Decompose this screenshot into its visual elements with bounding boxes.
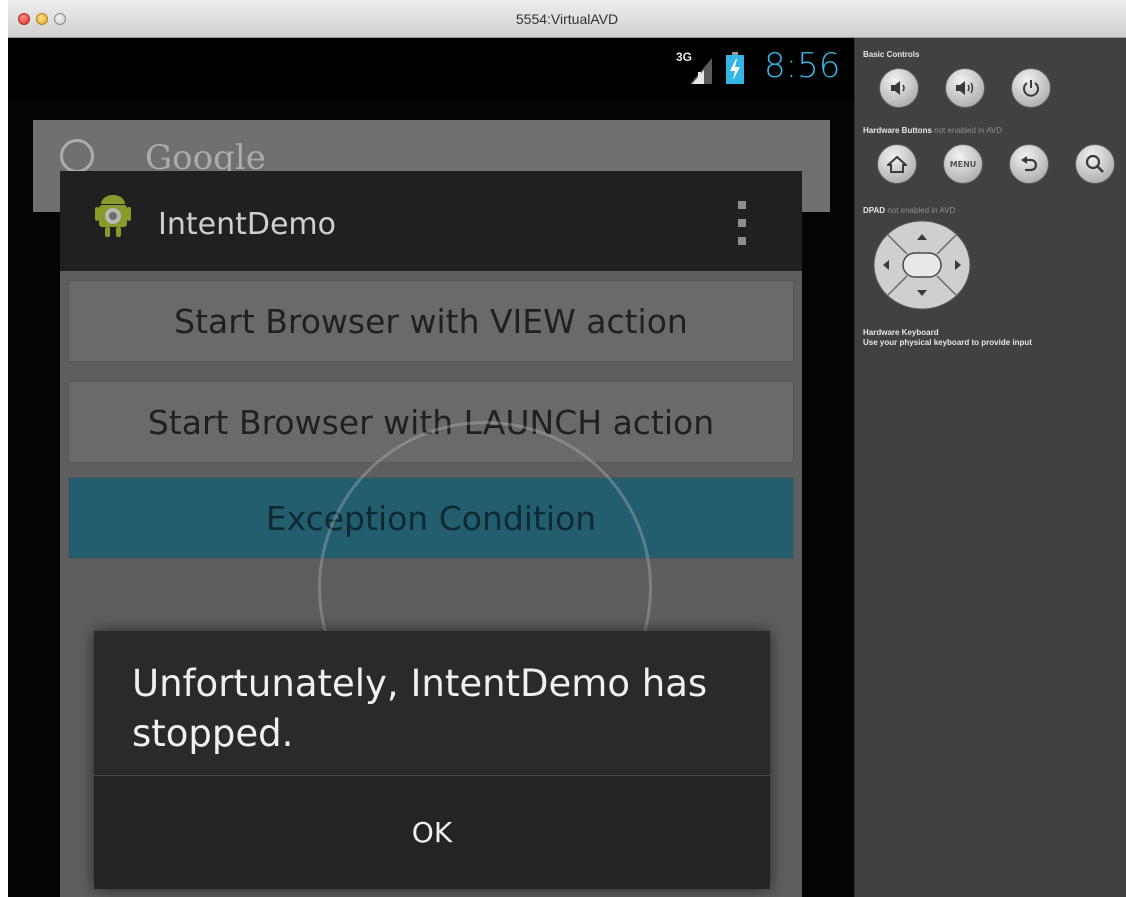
app-title: IntentDemo (158, 207, 336, 242)
signal-icon: 3G (676, 50, 712, 84)
basic-controls-label: Basic Controls (863, 50, 920, 59)
status-clock: 8:56 (764, 46, 841, 86)
window-title: 5554:VirtualAVD (515, 11, 619, 27)
dialog-divider (94, 775, 770, 776)
emulator-controls-panel: Basic Controls Hardware Buttons not enab… (854, 38, 1126, 897)
android-app-icon (95, 195, 131, 237)
magnifier-icon (1085, 154, 1104, 173)
emulator-window: 5554:VirtualAVD 3G 8:56 Google IntentDem… (8, 0, 1126, 897)
hardware-buttons-label: Hardware Buttons not enabled in AVD (863, 126, 1003, 135)
hardware-keyboard-note: Use your physical keyboard to provide in… (863, 338, 1032, 347)
back-button[interactable] (1009, 144, 1049, 184)
search-icon (60, 139, 94, 173)
dpad-label: DPAD not enabled in AVD (863, 206, 956, 215)
volume-up-button[interactable] (945, 68, 985, 108)
volume-down-icon (891, 81, 905, 95)
exception-condition-button[interactable]: Exception Condition (68, 477, 794, 559)
start-browser-view-button[interactable]: Start Browser with VIEW action (68, 280, 794, 362)
hardware-keyboard-label: Hardware Keyboard (863, 328, 939, 337)
volume-up-icon (956, 81, 974, 95)
dialog-message: Unfortunately, IntentDemo has stopped. (132, 662, 708, 755)
action-bar: IntentDemo (60, 171, 802, 271)
volume-down-button[interactable] (879, 68, 919, 108)
menu-button-label: MENU (949, 159, 977, 169)
crash-dialog: Unfortunately, IntentDemo has stopped. O… (94, 631, 770, 889)
home-icon (887, 155, 907, 173)
battery-charging-icon (726, 52, 744, 84)
ok-button[interactable]: OK (94, 777, 770, 889)
back-icon (1021, 156, 1038, 172)
device-screen: 3G 8:56 Google IntentDemo Start Browser … (8, 38, 854, 897)
search-button[interactable] (1075, 144, 1115, 184)
menu-button[interactable]: MENU (943, 144, 983, 184)
dpad-control[interactable] (873, 220, 971, 310)
power-button[interactable] (1011, 68, 1051, 108)
status-bar: 3G 8:56 (8, 38, 854, 100)
overflow-menu-icon[interactable] (736, 201, 748, 245)
start-browser-launch-button[interactable]: Start Browser with LAUNCH action (68, 381, 794, 463)
network-type: 3G (676, 50, 693, 64)
home-button[interactable] (877, 144, 917, 184)
title-bar: 5554:VirtualAVD (8, 0, 1126, 38)
power-icon (1023, 80, 1039, 97)
